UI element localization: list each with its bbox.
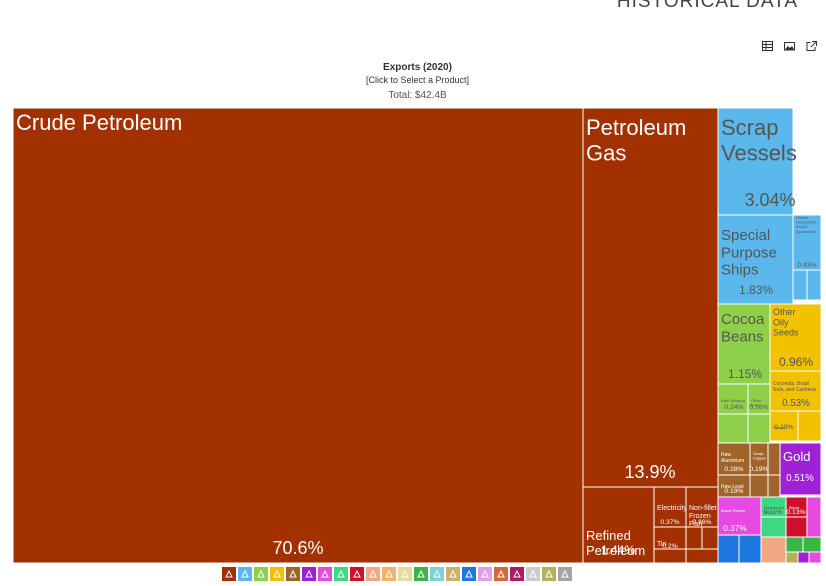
treemap-cell-label: Insect Resins	[721, 508, 745, 513]
treemap-minor-cell[interactable]	[747, 413, 771, 444]
treemap-cell[interactable]: Electricity 0.37%	[653, 486, 687, 528]
treemap-cell[interactable]: Raw Aluminium0.28%	[717, 442, 751, 476]
treemap-cell[interactable]: Scrap Copper0.19%	[749, 442, 769, 476]
treemap-minor-cell[interactable]	[749, 474, 769, 498]
vegetable-products-icon[interactable]	[254, 567, 268, 581]
treemap-cell-value: 70.6%	[272, 538, 323, 558]
treemap-cell-value: 0.43%	[797, 262, 816, 269]
treemap-minor-cell[interactable]	[785, 551, 799, 564]
treemap-cell-value: 13.9%	[624, 462, 675, 482]
chemicals-icon[interactable]	[318, 567, 332, 581]
category-legend	[222, 567, 572, 581]
treemap-minor-cell[interactable]	[806, 269, 822, 301]
treemap-minor-cell[interactable]	[767, 474, 781, 498]
treemap-cell-value: 1.15%	[728, 367, 762, 381]
treemap-cell-label: Crude Petroleum	[16, 110, 182, 135]
metals-icon[interactable]	[286, 567, 300, 581]
treemap-cell-value: 0.24%	[724, 404, 743, 411]
treemap-minor-cell[interactable]	[685, 526, 703, 550]
treemap-cell[interactable]: Insect Resins 0.37%	[717, 496, 762, 536]
treemap-cell[interactable]: Blood0.13%	[785, 496, 808, 518]
treemap-cell-value: 0.28%	[724, 466, 743, 473]
foodstuffs-icon[interactable]	[270, 567, 284, 581]
treemap-chart: Crude Petroleum 70.6% Petroleum Gas13.9%Ref…	[12, 107, 822, 564]
treemap-cell-value: 0.19%	[724, 488, 743, 495]
treemap-cell[interactable]: Coconuts, Brazil Nuts, and Cashews0.53%	[769, 370, 822, 412]
treemap-cell-value: 0.53%	[782, 398, 810, 409]
animal-hides-icon[interactable]	[366, 567, 380, 581]
treemap-cell[interactable]: Special Purpose Ships1.83%	[717, 214, 794, 305]
treemap-cell-value: 0.13%	[786, 509, 805, 516]
instruments-icon[interactable]	[494, 567, 508, 581]
treemap-cell-label: Cocoa Beans	[721, 311, 765, 345]
treemap-cell-value: 0.37%	[660, 519, 679, 526]
treemap-cell[interactable]: Refined Petroleum1.44%	[582, 486, 655, 564]
treemap-cell[interactable]: Gold 0.51%	[779, 442, 822, 496]
treemap-minor-cell[interactable]	[785, 536, 804, 553]
machines-icon[interactable]	[462, 567, 476, 581]
treemap-cell-value: 0.51%	[786, 473, 814, 484]
treemap-cell-value: 0.16%	[749, 404, 768, 411]
treemap-cell-value: 0.37%	[723, 524, 747, 533]
treemap-cell-value: 1.83%	[739, 283, 773, 297]
treemap-minor-cell[interactable]	[701, 526, 719, 550]
treemap-minor-cell[interactable]	[785, 516, 808, 538]
treemap-cell[interactable]: Crude Petroleum 70.6%	[12, 107, 584, 564]
treemap-cell-value: 3.04%	[744, 190, 795, 210]
wood-products-icon[interactable]	[382, 567, 396, 581]
treemap-minor-cell[interactable]	[808, 551, 822, 564]
treemap-cell-value: 0.19%	[774, 424, 793, 431]
treemap-minor-cell[interactable]	[792, 269, 808, 301]
animal-products-icon[interactable]	[238, 567, 252, 581]
treemap-cell[interactable]: Sweetened Milk0.11%	[760, 496, 787, 518]
treemap-cell[interactable]: Spices0.19%	[769, 410, 799, 442]
footwear-icon[interactable]	[430, 567, 444, 581]
treemap-cell-value: 0.36%	[692, 519, 711, 526]
treemap-minor-cell[interactable]	[653, 548, 687, 564]
rubber-icon[interactable]	[350, 567, 364, 581]
unspecified-icon[interactable]	[558, 567, 572, 581]
treemap-minor-cell[interactable]	[738, 534, 762, 564]
precious-metals-icon[interactable]	[302, 567, 316, 581]
art-antiques-icon[interactable]	[542, 567, 556, 581]
stone-glass-icon[interactable]	[446, 567, 460, 581]
treemap-minor-cell[interactable]	[760, 516, 787, 538]
treemap-cell-value: 1.44%	[601, 543, 635, 557]
treemap-cell-label: Gold	[783, 449, 810, 464]
treemap-minor-cell[interactable]	[797, 551, 810, 564]
textiles-icon[interactable]	[414, 567, 428, 581]
plastics-icon[interactable]	[334, 567, 348, 581]
treemap-minor-cell[interactable]	[797, 410, 822, 442]
treemap-minor-cell[interactable]	[685, 548, 719, 564]
misc-icon[interactable]	[526, 567, 540, 581]
treemap-cell[interactable]: Raw Tobacco0.24%	[717, 383, 749, 415]
treemap-cell[interactable]: Raw Lead0.19%	[717, 474, 751, 498]
treemap-cell[interactable]: Planes, Helicopters, and/or Spacecraft0.43%	[792, 214, 822, 271]
treemap-cell[interactable]: Non-fillet Frozen Fish0.36%	[685, 486, 719, 528]
treemap-cell-label: Electricity	[657, 505, 687, 512]
treemap-minor-cell[interactable]	[717, 534, 740, 564]
treemap-minor-cell[interactable]	[802, 536, 822, 553]
treemap-cell[interactable]: Other Fruit0.16%	[747, 383, 771, 415]
paper-goods-icon[interactable]	[398, 567, 412, 581]
minerals-icon[interactable]	[222, 567, 236, 581]
treemap-cell[interactable]: Scrap Vessels3.04%	[717, 107, 797, 216]
treemap-minor-cell[interactable]	[806, 496, 822, 538]
treemap-cell-value: 0.11%	[764, 509, 783, 516]
treemap-cell-value: 0.19%	[749, 466, 768, 473]
treemap-cell-label: Raw Tobacco	[721, 398, 746, 403]
transportation-icon[interactable]	[478, 567, 492, 581]
treemap-cell-value: 0.96%	[779, 355, 813, 369]
treemap-minor-cell[interactable]	[767, 442, 781, 476]
treemap-cell[interactable]: Other Oily Seeds0.96%	[769, 303, 822, 372]
treemap-cell[interactable]: Cocoa Beans 1.15%	[717, 303, 771, 385]
weapons-icon[interactable]	[510, 567, 524, 581]
treemap-minor-cell[interactable]	[760, 536, 787, 564]
treemap-minor-cell[interactable]	[717, 413, 749, 444]
treemap-cell[interactable]: Petroleum Gas13.9%	[582, 107, 719, 488]
treemap-cell-rect[interactable]	[12, 107, 584, 564]
